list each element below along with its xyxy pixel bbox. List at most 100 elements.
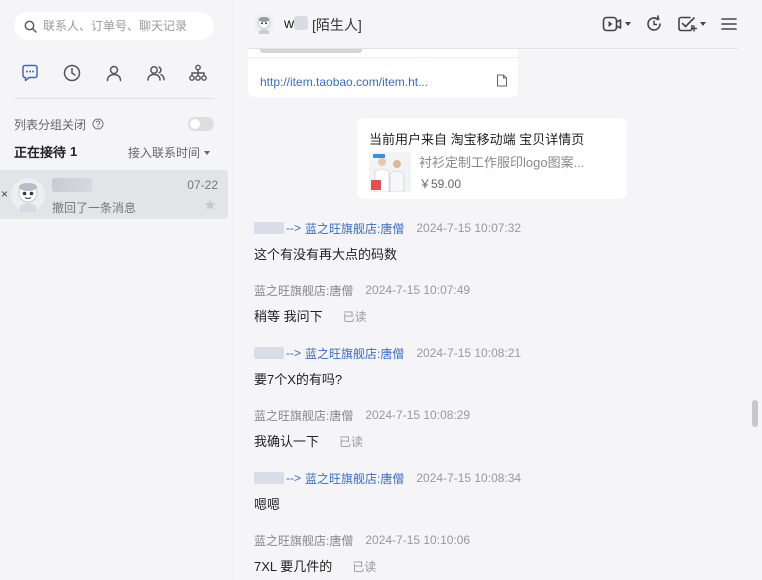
message-meta: 蓝之旺旗舰店:唐僧 2024-7-15 10:07:49 — [254, 282, 744, 298]
refresh-icon — [647, 15, 661, 31]
conversation-name: w — [52, 178, 92, 192]
sort-dropdown[interactable]: 接入联系时间 — [128, 144, 210, 161]
conversation-date: 07-22 — [187, 178, 218, 192]
read-status: 已读 — [352, 560, 377, 574]
product-price: ￥59.00 — [419, 177, 462, 191]
message-text: 7XL 要几件的 已读 — [254, 556, 744, 575]
message-recipient: 蓝之旺旗舰店:唐僧 — [305, 471, 405, 486]
read-status: 已读 — [339, 435, 364, 449]
conversation-item[interactable]: × w 07-22 撤回了一条消息 — [0, 170, 228, 219]
message-text: 我确认一下 已读 — [254, 431, 744, 450]
close-icon[interactable]: × — [1, 187, 8, 201]
message-meta: w --> 蓝之旺旗舰店:唐僧 2024-7-15 10:08:21 — [254, 345, 744, 361]
header-avatar[interactable] — [254, 14, 274, 34]
sender-masked-name: w — [254, 472, 284, 484]
message-time: 2024-7-15 10:10:06 — [365, 533, 471, 547]
help-icon[interactable] — [92, 118, 104, 130]
message-meta: w --> 蓝之旺旗舰店:唐僧 2024-7-15 10:07:32 — [254, 220, 744, 236]
search-input[interactable] — [43, 19, 203, 33]
search-icon — [24, 20, 37, 33]
message-item: 蓝之旺旗舰店:唐僧 2024-7-15 10:10:06 7XL 要几件的 已读 — [254, 532, 744, 575]
link-card[interactable]: http://item.taobao.com/item.ht... — [248, 49, 518, 97]
receiving-label: 正在接待 — [14, 144, 67, 160]
message-list[interactable]: http://item.taobao.com/item.ht... 当前用户来自… — [234, 49, 762, 580]
sidebar-nav-tabs — [14, 60, 214, 86]
person-icon — [106, 65, 122, 82]
message-sender: 蓝之旺旗舰店:唐僧 — [254, 533, 354, 548]
message-item: w --> 蓝之旺旗舰店:唐僧 2024-7-15 10:08:34 嗯嗯 — [254, 470, 744, 513]
message-arrow: --> — [286, 346, 301, 360]
conversation-preview: 撤回了一条消息 — [52, 201, 137, 215]
chevron-down-icon — [625, 22, 631, 26]
product-card[interactable]: 当前用户来自 淘宝移动端 宝贝详情页 衬衫定制工作服印logo图案... ￥59… — [357, 118, 627, 199]
menu-icon — [721, 18, 737, 30]
group-toggle-label: 列表分组关闭 — [14, 117, 87, 132]
message-time: 2024-7-15 10:07:32 — [416, 221, 522, 235]
message-sender: 蓝之旺旗舰店:唐僧 — [254, 283, 354, 298]
chat-header: w [陌生人] — [234, 0, 762, 48]
message-sender: 蓝之旺旗舰店:唐僧 — [254, 408, 354, 423]
message-content: 7XL 要几件的 — [254, 559, 333, 574]
group-toggle-row: 列表分组关闭 — [14, 116, 214, 132]
task-check-icon — [678, 16, 697, 32]
document-icon[interactable] — [496, 74, 508, 87]
menu-button[interactable] — [720, 16, 738, 32]
people-icon — [147, 66, 165, 81]
clock-icon — [63, 64, 81, 82]
message-time: 2024-7-15 10:08:34 — [416, 471, 522, 485]
scrollbar-thumb[interactable] — [752, 400, 758, 427]
message-content: 嗯嗯 — [254, 497, 281, 512]
message-time: 2024-7-15 10:08:29 — [365, 408, 471, 422]
message-item: w --> 蓝之旺旗舰店:唐僧 2024-7-15 10:08:21 要7个X的… — [254, 345, 744, 388]
message-arrow: --> — [286, 221, 301, 235]
group-toggle-switch[interactable] — [188, 117, 214, 131]
avatar — [11, 178, 45, 212]
tab-recent[interactable] — [60, 60, 84, 86]
conversation-sidebar: 列表分组关闭 正在接待 1 接入联系时间 × w 07-22 撤回了一条消息 — [0, 0, 234, 580]
chat-bubble-icon — [22, 64, 38, 82]
star-icon[interactable] — [204, 199, 216, 211]
header-toolbar — [588, 14, 738, 34]
read-status: 已读 — [342, 310, 367, 324]
org-chart-icon — [189, 64, 207, 81]
chat-panel: w [陌生人] http://item.taobao.com/item.ht..… — [234, 0, 762, 580]
receiving-count: 1 — [70, 143, 78, 159]
refresh-button[interactable] — [645, 15, 663, 33]
link-card-image — [260, 49, 362, 53]
message-text: 要7个X的有吗? — [254, 369, 744, 388]
message-content: 我确认一下 — [254, 434, 320, 449]
message-item: 蓝之旺旗舰店:唐僧 2024-7-15 10:07:49 稍等 我问下 已读 — [254, 282, 744, 325]
tab-chat[interactable] — [18, 60, 42, 86]
sender-masked-name: w — [254, 347, 284, 359]
video-call-button[interactable] — [602, 15, 631, 33]
task-button[interactable] — [677, 15, 706, 33]
message-recipient: 蓝之旺旗舰店:唐僧 — [305, 346, 405, 361]
product-thumbnail[interactable] — [369, 152, 411, 192]
tab-contacts[interactable] — [102, 60, 126, 86]
message-content: 要7个X的有吗? — [254, 372, 343, 387]
sort-label: 接入联系时间 — [127, 146, 200, 160]
message-content: 稍等 我问下 — [254, 309, 323, 324]
link-url[interactable]: http://item.taobao.com/item.ht... — [260, 75, 428, 89]
product-source-title: 当前用户来自 淘宝移动端 宝贝详情页 — [369, 132, 585, 147]
receiving-row: 正在接待 1 接入联系时间 — [14, 142, 214, 160]
chevron-down-icon — [204, 150, 210, 155]
nav-divider — [14, 98, 214, 99]
contact-name-mask — [294, 16, 308, 30]
link-card-divider — [248, 57, 518, 58]
message-meta: w --> 蓝之旺旗舰店:唐僧 2024-7-15 10:08:34 — [254, 470, 744, 486]
message-item: 蓝之旺旗舰店:唐僧 2024-7-15 10:08:29 我确认一下 已读 — [254, 407, 744, 450]
product-name: 衬衫定制工作服印logo图案... — [419, 155, 585, 170]
search-box[interactable] — [14, 12, 214, 40]
tab-groups[interactable] — [144, 60, 168, 86]
message-text: 这个有没有再大点的码数 — [254, 244, 744, 263]
message-time: 2024-7-15 10:07:49 — [365, 283, 471, 297]
message-recipient: 蓝之旺旗舰店:唐僧 — [305, 221, 405, 236]
tab-organization[interactable] — [186, 60, 210, 86]
sender-masked-name: w — [254, 222, 284, 234]
contact-tag: [陌生人] — [312, 17, 362, 33]
message-meta: 蓝之旺旗舰店:唐僧 2024-7-15 10:08:29 — [254, 407, 744, 423]
chevron-down-icon — [700, 22, 706, 26]
message-item: w --> 蓝之旺旗舰店:唐僧 2024-7-15 10:07:32 这个有没有… — [254, 220, 744, 263]
message-arrow: --> — [286, 471, 301, 485]
